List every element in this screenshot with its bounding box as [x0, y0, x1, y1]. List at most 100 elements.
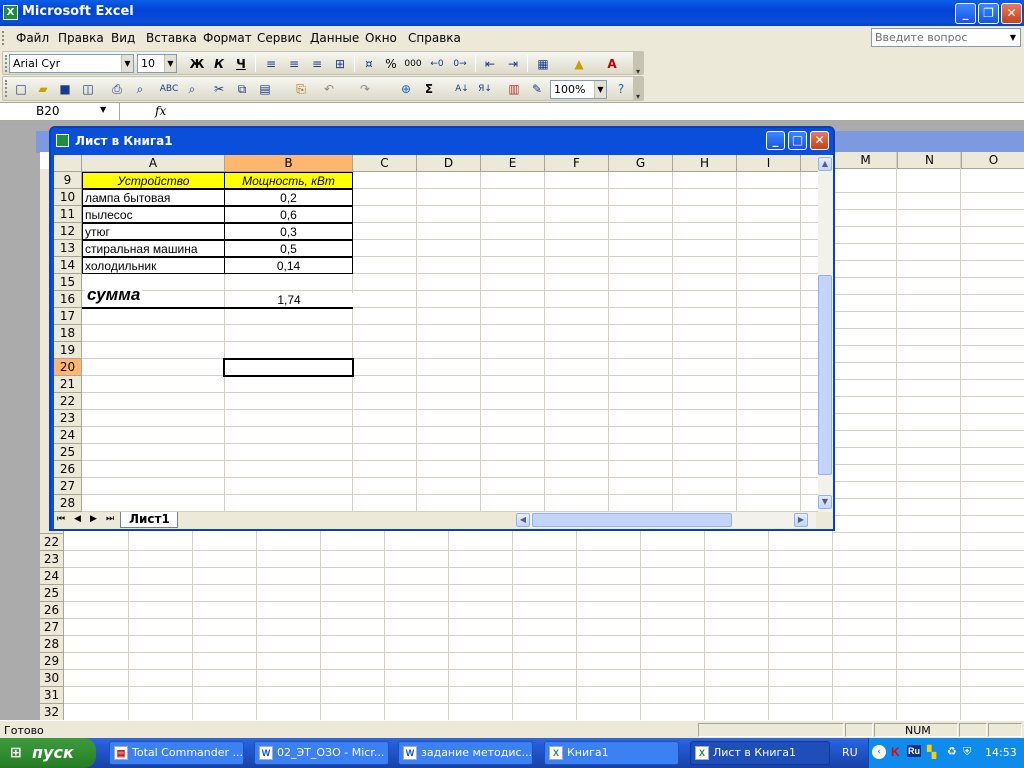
sheet-cell[interactable]: [545, 478, 609, 495]
sheet-cell[interactable]: [353, 206, 417, 223]
fill-color-icon[interactable]: ▲: [569, 54, 589, 74]
paste-icon[interactable]: ▤: [255, 79, 275, 99]
horizontal-scroll-thumb[interactable]: [532, 513, 732, 527]
row-header-30[interactable]: 30: [40, 670, 64, 687]
device-name-cell[interactable]: стиральная машина: [82, 240, 225, 257]
sheet-cell[interactable]: [673, 308, 737, 325]
sheet-cell[interactable]: [737, 291, 801, 308]
sheet-cell[interactable]: [225, 376, 353, 393]
sheet-cell[interactable]: [353, 189, 417, 206]
sheet-cell[interactable]: [481, 427, 545, 444]
row-header-9[interactable]: 9: [54, 172, 82, 189]
row-header-11[interactable]: 11: [54, 206, 82, 223]
thousands-button[interactable]: 000: [403, 54, 423, 74]
sheet-cell[interactable]: [737, 274, 801, 291]
sheet-cell[interactable]: [417, 342, 481, 359]
sheet-cell[interactable]: [545, 291, 609, 308]
sheet-cell[interactable]: [82, 410, 225, 427]
row-header-14[interactable]: 14: [54, 257, 82, 274]
column-header-n[interactable]: N: [898, 152, 962, 169]
print-icon[interactable]: ⎙: [107, 79, 127, 99]
sheet-cell[interactable]: [737, 444, 801, 461]
sheet-cell[interactable]: [609, 257, 673, 274]
row-header-10[interactable]: 10: [54, 189, 82, 206]
italic-button[interactable]: К: [209, 54, 229, 74]
sheet-cell[interactable]: [801, 240, 818, 257]
percent-button[interactable]: %: [381, 54, 401, 74]
sheet-cell[interactable]: [417, 189, 481, 206]
sheet-cell[interactable]: [225, 274, 353, 291]
sheet-cell[interactable]: [417, 393, 481, 410]
sheet-cell[interactable]: [673, 495, 737, 512]
sheet-cell[interactable]: [225, 308, 353, 325]
security-shield-icon[interactable]: ⛨: [963, 745, 971, 759]
network-icon[interactable]: ▚: [927, 745, 936, 759]
sheet-cell[interactable]: [417, 274, 481, 291]
start-button[interactable]: ⊞ пуск: [0, 738, 96, 768]
sheet-cell[interactable]: [481, 189, 545, 206]
sheet-cell[interactable]: [353, 274, 417, 291]
first-sheet-icon[interactable]: ⏮: [57, 514, 65, 524]
menu-file[interactable]: Файл: [16, 31, 49, 45]
power-value-cell[interactable]: 0,5: [224, 240, 353, 257]
toolbar-grip[interactable]: [5, 80, 8, 97]
sheet-cell[interactable]: [353, 172, 417, 189]
sheet-cell[interactable]: [673, 291, 737, 308]
sheet-cell[interactable]: [417, 495, 481, 512]
menu-format[interactable]: Формат: [203, 31, 252, 45]
sheet-cell[interactable]: [82, 478, 225, 495]
row-header-25[interactable]: 25: [40, 585, 64, 602]
copy-icon[interactable]: ⧉: [232, 79, 252, 99]
sheet-cell[interactable]: [481, 342, 545, 359]
row-header-31[interactable]: 31: [40, 687, 64, 704]
sheet-cell[interactable]: [545, 172, 609, 189]
column-header-m[interactable]: M: [834, 152, 898, 169]
sheet-cell[interactable]: [737, 189, 801, 206]
sheet-cell[interactable]: [609, 342, 673, 359]
vertical-scrollbar[interactable]: ▲ ▼: [818, 155, 833, 512]
chevron-down-icon[interactable]: ▼: [121, 55, 133, 72]
sheet-cell[interactable]: [673, 427, 737, 444]
sheet-cell[interactable]: [225, 461, 353, 478]
sheet-cell[interactable]: [673, 274, 737, 291]
sheet-cell[interactable]: [353, 291, 417, 308]
device-name-cell[interactable]: утюг: [82, 223, 225, 240]
sheet-cell[interactable]: [737, 461, 801, 478]
sheet-cell[interactable]: [545, 410, 609, 427]
sum-label[interactable]: сумма: [85, 285, 143, 305]
menu-tools[interactable]: Сервис: [257, 31, 302, 45]
sheet-cell[interactable]: [673, 444, 737, 461]
sheet-cell[interactable]: [417, 427, 481, 444]
sheet-cell[interactable]: [481, 325, 545, 342]
sheet-cell[interactable]: [609, 291, 673, 308]
sheet-cell[interactable]: [353, 257, 417, 274]
sheet-cell[interactable]: [353, 478, 417, 495]
fx-icon[interactable]: fx: [155, 104, 166, 118]
column-header-h[interactable]: H: [673, 155, 737, 172]
sheet-cell[interactable]: [481, 308, 545, 325]
sheet-cell[interactable]: [417, 291, 481, 308]
sheet-cell[interactable]: [737, 393, 801, 410]
sheet-cell[interactable]: [481, 206, 545, 223]
menu-view[interactable]: Вид: [111, 31, 135, 45]
sheet-cell[interactable]: [673, 223, 737, 240]
vertical-scroll-thumb[interactable]: [818, 275, 832, 475]
row-header-28[interactable]: 28: [54, 495, 82, 512]
row-header-27[interactable]: 27: [54, 478, 82, 495]
bold-button[interactable]: Ж: [187, 54, 207, 74]
sheet-cell[interactable]: [545, 274, 609, 291]
sheet-cell[interactable]: [801, 359, 818, 376]
sheet-cell[interactable]: [545, 240, 609, 257]
sheet-cell[interactable]: [225, 393, 353, 410]
sheet-cell[interactable]: [353, 410, 417, 427]
font-color-icon[interactable]: A: [602, 54, 622, 74]
sheet-cell[interactable]: [481, 495, 545, 512]
sheet-cell[interactable]: [481, 172, 545, 189]
sheet-cell[interactable]: [673, 410, 737, 427]
sheet-cell[interactable]: [225, 444, 353, 461]
row-header-12[interactable]: 12: [54, 223, 82, 240]
child-close-button[interactable]: ✕: [810, 131, 829, 150]
sheet-cell[interactable]: [673, 172, 737, 189]
sheet-cell[interactable]: [801, 393, 818, 410]
sheet-cell[interactable]: [673, 359, 737, 376]
